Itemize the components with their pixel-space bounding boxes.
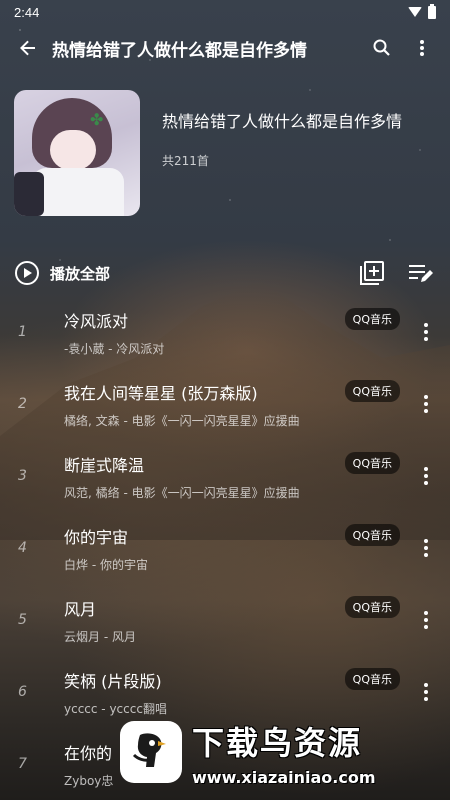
more-vert-icon[interactable] [414,323,438,341]
song-subtitle: -袁小葳 - 冷风派对 [64,341,165,356]
playlist-edit-icon[interactable] [404,257,436,289]
song-row[interactable]: 1 冷风派对 -袁小葳 - 冷风派对 QQ音乐 [0,296,450,368]
playlist-info: 热情给错了人做什么都是自作多情 共211首 [162,90,412,220]
song-row[interactable]: 5 风月 云烟月 - 风月 QQ音乐 [0,584,450,656]
bird-logo-icon [120,721,182,783]
song-subtitle: 风范, 橘络 - 电影《一闪一闪亮星星》应援曲 [64,485,300,500]
more-vert-icon[interactable] [414,611,438,629]
source-badge: QQ音乐 [344,596,400,618]
playlist-cover[interactable]: ✤ [14,90,140,216]
song-number: 6 [18,684,27,700]
search-icon[interactable] [362,28,402,68]
playlist-header: ✤ 热情给错了人做什么都是自作多情 共211首 [14,90,436,220]
status-bar: 2:44 [0,0,450,24]
toolbar: 热情给错了人做什么都是自作多情 [0,24,450,72]
source-badge: QQ音乐 [344,452,400,474]
song-number: 7 [18,756,27,772]
song-number: 1 [18,324,27,340]
source-badge: QQ音乐 [344,668,400,690]
more-vert-icon[interactable] [414,467,438,485]
playlist-count: 共211首 [162,154,209,168]
more-vert-icon[interactable] [414,539,438,557]
more-vert-icon[interactable] [414,395,438,413]
song-subtitle: 橘络, 文森 - 电影《一闪一闪亮星星》应援曲 [64,413,300,428]
song-subtitle: 云烟月 - 风月 [64,629,136,644]
toolbar-title: 热情给错了人做什么都是自作多情 [52,40,307,61]
source-badge: QQ音乐 [344,524,400,546]
watermark: 下载鸟资源 www.xiazainiao.com [120,712,432,792]
song-number: 3 [18,468,27,484]
wifi-icon [408,7,422,17]
play-all-label[interactable]: 播放全部 [50,263,340,284]
song-number: 5 [18,612,27,628]
play-circle-icon[interactable] [14,260,40,286]
source-badge: QQ音乐 [344,380,400,402]
status-time: 2:44 [14,4,40,20]
song-row[interactable]: 2 我在人间等星星 (张万森版) 橘络, 文森 - 电影《一闪一闪亮星星》应援曲… [0,368,450,440]
add-to-queue-icon[interactable] [356,257,388,289]
source-badge: QQ音乐 [344,308,400,330]
song-row[interactable]: 3 断崖式降温 风范, 橘络 - 电影《一闪一闪亮星星》应援曲 QQ音乐 [0,440,450,512]
more-vert-icon[interactable] [402,28,442,68]
watermark-title: 下载鸟资源 [192,723,363,762]
play-all-row[interactable]: 播放全部 [14,254,436,292]
song-row[interactable]: 4 你的宇宙 白烨 - 你的宇宙 QQ音乐 [0,512,450,584]
song-number: 4 [18,540,27,556]
battery-icon [428,3,436,19]
arrow-back-icon[interactable] [8,28,48,68]
playlist-title: 热情给错了人做什么都是自作多情 [162,112,403,131]
more-vert-icon[interactable] [414,683,438,701]
song-subtitle: 白烨 - 你的宇宙 [64,557,148,572]
song-number: 2 [18,396,27,412]
watermark-url: www.xiazainiao.com [192,767,376,787]
status-icons [408,3,436,19]
